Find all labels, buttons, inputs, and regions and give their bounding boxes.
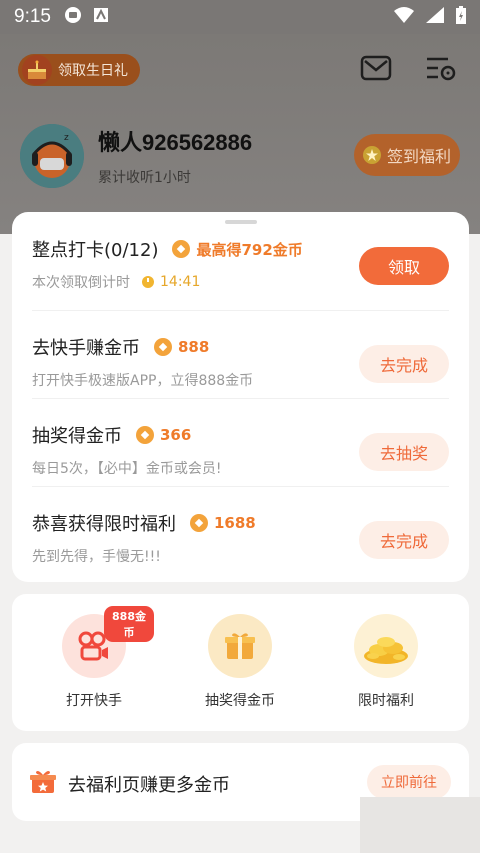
task-kuaishou: 去快手赚金币 888 打开快手极速版APP，立得888金币 去完成 [12, 310, 469, 398]
task-desc: 每日5次，【必中】金币或会员! [32, 461, 222, 477]
avatar[interactable]: z [20, 124, 84, 188]
app-notification-icon [63, 5, 83, 29]
claim-button[interactable]: 领取 [359, 247, 449, 285]
birthday-gift-label: 领取生日礼 [58, 63, 128, 79]
task-limited-welfare: 恭喜获得限时福利 1688 先到先得，手慢无!!! 去完成 [12, 486, 469, 574]
battery-icon [456, 6, 466, 28]
task-card: 整点打卡(0/12) 最高得792金币 本次领取倒计时 14:41 领取 去快手… [12, 212, 469, 582]
complete-button[interactable]: 去完成 [359, 521, 449, 559]
shortcut-open-kuaishou[interactable]: 888金币 打开快手 [34, 606, 154, 710]
cake-icon [22, 55, 52, 85]
clock-icon [142, 276, 154, 288]
promo-text: 去福利页赚更多金币 [68, 775, 230, 796]
username: 懒人926562886 [98, 130, 253, 155]
task-lottery: 抽奖得金币 366 每日5次，【必中】金币或会员! 去抽奖 [12, 398, 469, 486]
birthday-gift-button[interactable]: 领取生日礼 [18, 54, 140, 86]
signal-icon [426, 7, 444, 27]
coin-icon [172, 240, 191, 258]
task-reward: 最高得792金币 [196, 240, 303, 259]
coin-icon [190, 514, 208, 532]
task-desc: 本次领取倒计时 [32, 275, 130, 291]
status-time: 9:15 [14, 6, 51, 27]
lottery-button[interactable]: 去抽奖 [359, 433, 449, 471]
task-title: 恭喜获得限时福利 [32, 514, 176, 535]
shortcut-label: 打开快手 [66, 693, 122, 709]
shortcut-lottery[interactable]: 抽奖得金币 [180, 614, 300, 710]
task-hourly-checkin: 整点打卡(0/12) 最高得792金币 本次领取倒计时 14:41 领取 [12, 212, 469, 300]
complete-button[interactable]: 去完成 [359, 345, 449, 383]
countdown-timer: 14:41 [160, 274, 201, 290]
task-reward: 1688 [214, 514, 256, 532]
shortcut-limited-welfare[interactable]: 限时福利 [326, 614, 446, 710]
task-title: 去快手赚金币 [32, 338, 140, 359]
task-title: 抽奖得金币 [32, 426, 122, 447]
wifi-icon [394, 7, 414, 27]
coin-badge: 888金币 [104, 606, 154, 642]
status-bar: 9:15 [0, 0, 480, 34]
coin-pile-icon [354, 614, 418, 678]
history-list-icon[interactable] [424, 54, 456, 86]
nav-corner-overlay [360, 797, 480, 853]
shortcut-card: 888金币 打开快手 抽奖得金币 限时福利 [12, 594, 469, 731]
go-now-button[interactable]: 立即前往 [367, 765, 451, 799]
signin-welfare-button[interactable]: 签到福利 [354, 134, 460, 176]
svg-text:z: z [64, 133, 69, 143]
shortcut-label: 抽奖得金币 [205, 693, 275, 709]
task-reward: 366 [160, 426, 192, 444]
listen-duration: 累计收听1小时 [98, 170, 191, 186]
gift-icon [30, 769, 56, 799]
task-reward: 888 [178, 338, 210, 356]
gift-box-icon [208, 614, 272, 678]
shortcut-label: 限时福利 [358, 693, 414, 709]
text-notification-icon [93, 7, 109, 27]
mail-icon[interactable] [360, 54, 392, 86]
coin-icon [154, 338, 172, 356]
task-desc: 打开快手极速版APP，立得888金币 [32, 373, 254, 389]
signin-label: 签到福利 [386, 147, 451, 166]
task-title: 整点打卡(0/12) [32, 240, 159, 261]
coin-icon [136, 426, 154, 444]
profile-header: 领取生日礼 z 懒人926562886 累计收听1小时 签到福利 [0, 34, 480, 234]
task-desc: 先到先得，手慢无!!! [32, 549, 161, 565]
user-profile[interactable]: z 懒人926562886 累计收听1小时 [20, 124, 252, 188]
star-coin-icon [362, 146, 381, 164]
